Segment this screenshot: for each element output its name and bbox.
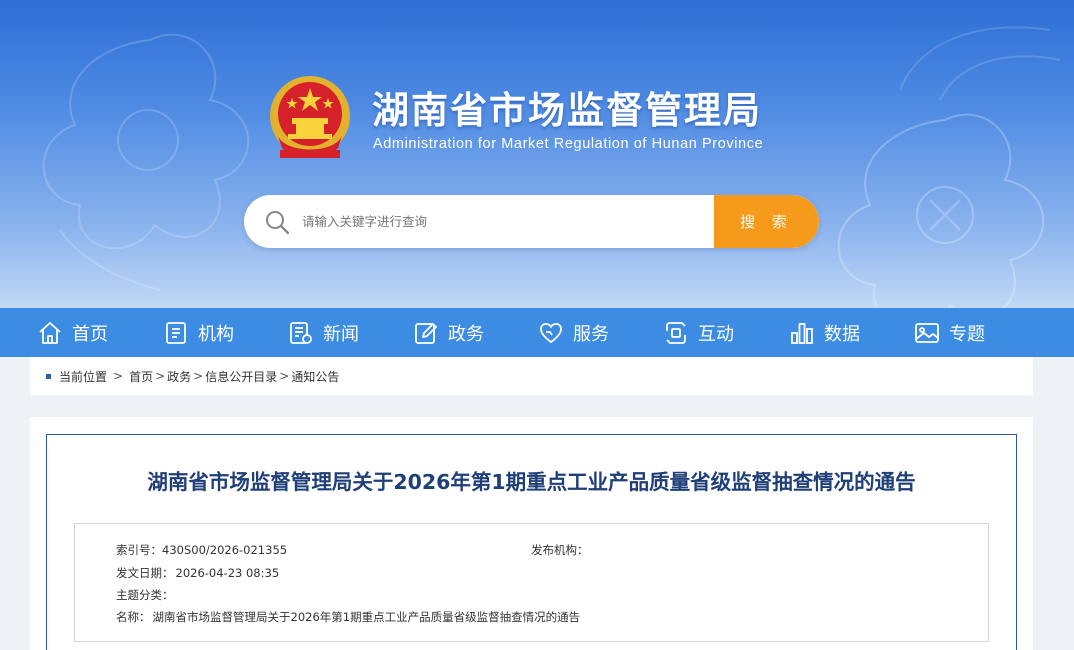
site-title: 湖南省市场监督管理局	[372, 89, 762, 132]
service-icon	[540, 322, 562, 343]
meta-name-label: 名称：	[116, 610, 151, 624]
breadcrumb-separator: >	[279, 369, 290, 383]
meta-index-value: 430S00/2026-021355	[162, 543, 288, 557]
search-icon	[266, 211, 290, 235]
breadcrumb-notices-link[interactable]: 通知公告	[291, 368, 339, 385]
search-button[interactable]: 搜 索	[714, 195, 819, 248]
meta-category-label: 主题分类：	[116, 588, 174, 602]
breadcrumb-separator: >	[113, 369, 124, 383]
meta-publisher-label: 发布机构：	[531, 543, 589, 557]
decorative-flower-left	[42, 33, 250, 291]
nav-label: 政务	[448, 323, 484, 345]
nav-label: 服务	[573, 323, 609, 345]
article-panel: 湖南省市场监督管理局关于2026年第1期重点工业产品质量省级监督抽查情况的通告 …	[46, 434, 1017, 650]
nav-label: 专题	[949, 323, 985, 345]
nav-label: 首页	[72, 323, 108, 345]
meta-index-label: 索引号：	[116, 543, 162, 557]
meta-index: 索引号：430S00/2026-021355	[116, 542, 287, 558]
nav-item-org[interactable]: 机构	[163, 308, 234, 357]
meta-name-value: 湖南省市场监督管理局关于2026年第1期重点工业产品质量省级监督抽查情况的通告	[152, 610, 581, 624]
search-input[interactable]	[302, 195, 702, 248]
breadcrumb-separator: >	[193, 369, 204, 383]
content-area: 湖南省市场监督管理局关于2026年第1期重点工业产品质量省级监督抽查情况的通告 …	[30, 417, 1033, 650]
meta-publisher: 发布机构：	[531, 542, 589, 558]
nav-label: 新闻	[323, 323, 359, 345]
nav-item-topics[interactable]: 专题	[914, 308, 985, 357]
article-title: 湖南省市场监督管理局关于2026年第1期重点工业产品质量省级监督抽查情况的通告	[147, 470, 916, 494]
breadcrumb-affairs-link[interactable]: 政务	[167, 368, 191, 385]
breadcrumb-bullet-icon	[46, 373, 51, 379]
decorative-flower-right	[837, 113, 1045, 308]
breadcrumb: 当前位置 > 首页 > 政务 > 信息公开目录 > 通知公告	[30, 357, 1033, 395]
meta-date: 发文日期： 2026-04-23 08:35	[116, 565, 279, 581]
site-header: 湖南省市场监督管理局 Administration for Market Reg…	[0, 0, 1074, 308]
bar-chart-icon	[791, 322, 813, 344]
article-meta-box: 索引号：430S00/2026-021355 发布机构： 发文日期： 2026-0…	[74, 523, 989, 642]
breadcrumb-separator: >	[155, 369, 166, 383]
nav-label: 互动	[698, 323, 734, 345]
nav-label: 数据	[824, 323, 860, 345]
document-icon	[166, 321, 186, 344]
decorative-flower-top-right	[899, 26, 1061, 101]
nav-item-affairs[interactable]: 政务	[413, 308, 484, 357]
search-bar: 搜 索	[244, 195, 819, 248]
interaction-icon	[666, 321, 686, 344]
meta-category: 主题分类：	[116, 587, 174, 603]
main-nav: 首页 机构 新闻 政务 服务 互动 数据 专题	[0, 308, 1074, 357]
meta-date-label: 发文日期：	[116, 566, 174, 580]
nav-item-interaction[interactable]: 互动	[663, 308, 734, 357]
national-emblem-icon	[270, 76, 350, 158]
site-subtitle: Administration for Market Regulation of …	[373, 136, 764, 152]
nav-label: 机构	[198, 323, 234, 345]
breadcrumb-label: 当前位置	[59, 369, 108, 384]
edit-icon	[415, 322, 437, 344]
nav-item-service[interactable]: 服务	[538, 308, 609, 357]
news-icon	[290, 321, 312, 344]
nav-item-data[interactable]: 数据	[789, 308, 860, 357]
breadcrumb-catalog-link[interactable]: 信息公开目录	[205, 368, 277, 385]
image-icon	[915, 322, 939, 343]
nav-item-news[interactable]: 新闻	[288, 308, 359, 357]
home-icon	[39, 321, 61, 344]
meta-date-value: 2026-04-23 08:35	[175, 566, 280, 580]
meta-name: 名称： 湖南省市场监督管理局关于2026年第1期重点工业产品质量省级监督抽查情况的…	[116, 609, 580, 625]
breadcrumb-home-link[interactable]: 首页	[129, 368, 153, 385]
nav-item-home[interactable]: 首页	[37, 308, 108, 357]
